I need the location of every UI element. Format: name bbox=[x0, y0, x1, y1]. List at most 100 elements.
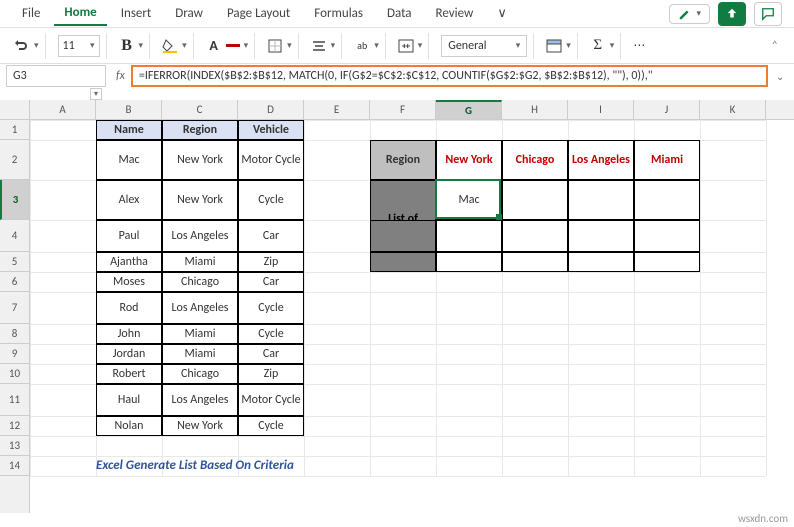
share-button[interactable] bbox=[718, 2, 746, 26]
row-header-7[interactable]: 7 bbox=[0, 292, 29, 324]
list-label[interactable] bbox=[370, 252, 436, 272]
table1-header[interactable]: Region bbox=[162, 120, 238, 140]
table1-cell[interactable]: Car bbox=[238, 220, 304, 252]
row-header-14[interactable]: 14 bbox=[0, 456, 29, 476]
select-all[interactable] bbox=[0, 100, 29, 120]
row-header-11[interactable]: 11 bbox=[0, 384, 29, 416]
row-header-1[interactable]: 1 bbox=[0, 120, 29, 140]
pen-mode-button[interactable]: ▾ bbox=[669, 4, 710, 24]
table1-cell[interactable]: Chicago bbox=[162, 272, 238, 292]
table1-cell[interactable]: Miami bbox=[162, 252, 238, 272]
table1-cell[interactable]: Jordan bbox=[96, 344, 162, 364]
list-label[interactable] bbox=[370, 220, 436, 252]
tab-insert[interactable]: Insert bbox=[111, 2, 162, 25]
undo-icon[interactable] bbox=[14, 38, 30, 54]
tab-formulas[interactable]: Formulas bbox=[304, 2, 373, 25]
align-button[interactable] bbox=[311, 38, 327, 54]
table1-cell[interactable]: John bbox=[96, 324, 162, 344]
formula-expand[interactable]: ⌄ bbox=[776, 70, 794, 83]
region-name[interactable]: New York bbox=[436, 140, 502, 180]
col-header-B[interactable]: B bbox=[96, 100, 162, 119]
table1-cell[interactable]: Haul bbox=[96, 384, 162, 416]
wrap-text-button[interactable]: ab bbox=[354, 38, 370, 54]
tab-data[interactable]: Data bbox=[377, 2, 422, 25]
table1-cell[interactable]: Rod bbox=[96, 292, 162, 324]
table1-cell[interactable]: Miami bbox=[162, 344, 238, 364]
result-cell[interactable] bbox=[502, 220, 568, 252]
table1-cell[interactable]: Zip bbox=[238, 364, 304, 384]
borders-button[interactable] bbox=[267, 38, 283, 54]
table1-header[interactable]: Vehicle bbox=[238, 120, 304, 140]
col-header-D[interactable]: D bbox=[238, 100, 304, 119]
table1-cell[interactable]: Motor Cycle bbox=[238, 140, 304, 180]
table1-cell[interactable]: Cycle bbox=[238, 416, 304, 436]
col-header-H[interactable]: H bbox=[502, 100, 568, 119]
name-box[interactable]: G3 bbox=[6, 65, 106, 87]
region-label[interactable]: Region bbox=[370, 140, 436, 180]
result-cell[interactable] bbox=[568, 252, 634, 272]
fx-label[interactable]: fx bbox=[110, 69, 131, 83]
table1-cell[interactable]: Cycle bbox=[238, 292, 304, 324]
table1-cell[interactable]: Cycle bbox=[238, 180, 304, 220]
merge-button[interactable] bbox=[398, 38, 414, 54]
row-header-13[interactable]: 13 bbox=[0, 436, 29, 456]
autosum-button[interactable]: Σ bbox=[590, 38, 606, 54]
table1-cell[interactable]: Miami bbox=[162, 324, 238, 344]
col-header-E[interactable]: E bbox=[304, 100, 370, 119]
table1-cell[interactable]: Zip bbox=[238, 252, 304, 272]
table1-cell[interactable]: Nolan bbox=[96, 416, 162, 436]
ribbon-chevron[interactable]: ˄ bbox=[772, 39, 786, 53]
table1-cell[interactable]: Chicago bbox=[162, 364, 238, 384]
name-box-dropdown[interactable]: ▾ bbox=[6, 88, 106, 100]
row-header-9[interactable]: 9 bbox=[0, 344, 29, 364]
table1-cell[interactable]: New York bbox=[162, 416, 238, 436]
col-header-C[interactable]: C bbox=[162, 100, 238, 119]
region-name[interactable]: Miami bbox=[634, 140, 700, 180]
table1-cell[interactable]: Car bbox=[238, 344, 304, 364]
row-header-4[interactable]: 4 bbox=[0, 220, 29, 252]
table1-cell[interactable]: Motor Cycle bbox=[238, 384, 304, 416]
font-size-box[interactable]: 11▾ bbox=[58, 35, 100, 57]
tab-review[interactable]: Review bbox=[426, 2, 484, 25]
fill-color-button[interactable] bbox=[162, 38, 178, 54]
tab-more[interactable]: ∨ bbox=[487, 2, 517, 25]
formula-input[interactable]: =IFERROR(INDEX($B$2:$B$12, MATCH(0, IF(G… bbox=[131, 65, 768, 87]
result-cell[interactable] bbox=[568, 180, 634, 220]
tab-home[interactable]: Home bbox=[54, 1, 106, 26]
col-header-K[interactable]: K bbox=[700, 100, 766, 119]
region-name[interactable]: Chicago bbox=[502, 140, 568, 180]
comments-button[interactable] bbox=[754, 2, 782, 26]
result-cell[interactable] bbox=[436, 220, 502, 252]
font-color-button[interactable]: A bbox=[206, 38, 222, 54]
table1-cell[interactable]: Cycle bbox=[238, 324, 304, 344]
row-header-2[interactable]: 2 bbox=[0, 140, 29, 180]
row-header-12[interactable]: 12 bbox=[0, 416, 29, 436]
table1-cell[interactable]: Los Angeles bbox=[162, 292, 238, 324]
bold-button[interactable]: B bbox=[119, 38, 135, 54]
tab-page-layout[interactable]: Page Layout bbox=[217, 2, 300, 25]
col-header-I[interactable]: I bbox=[568, 100, 634, 119]
col-header-A[interactable]: A bbox=[30, 100, 96, 119]
table1-cell[interactable]: Los Angeles bbox=[162, 384, 238, 416]
tab-file[interactable]: File bbox=[12, 2, 50, 25]
col-header-G[interactable]: G bbox=[436, 100, 502, 119]
col-header-F[interactable]: F bbox=[370, 100, 436, 119]
result-cell[interactable]: Mac bbox=[436, 180, 502, 220]
result-cell[interactable] bbox=[634, 252, 700, 272]
col-header-J[interactable]: J bbox=[634, 100, 700, 119]
result-cell[interactable] bbox=[436, 252, 502, 272]
table1-cell[interactable]: Mac bbox=[96, 140, 162, 180]
table1-cell[interactable]: Moses bbox=[96, 272, 162, 292]
conditional-format-button[interactable] bbox=[546, 38, 562, 54]
result-cell[interactable] bbox=[502, 180, 568, 220]
row-header-3[interactable]: 3 bbox=[0, 180, 29, 220]
row-header-10[interactable]: 10 bbox=[0, 364, 29, 384]
table1-cell[interactable]: Los Angeles bbox=[162, 220, 238, 252]
table1-cell[interactable]: Paul bbox=[96, 220, 162, 252]
table1-cell[interactable]: New York bbox=[162, 140, 238, 180]
result-cell[interactable] bbox=[568, 220, 634, 252]
row-header-6[interactable]: 6 bbox=[0, 272, 29, 292]
table1-header[interactable]: Name bbox=[96, 120, 162, 140]
table1-cell[interactable]: Alex bbox=[96, 180, 162, 220]
table1-cell[interactable]: New York bbox=[162, 180, 238, 220]
